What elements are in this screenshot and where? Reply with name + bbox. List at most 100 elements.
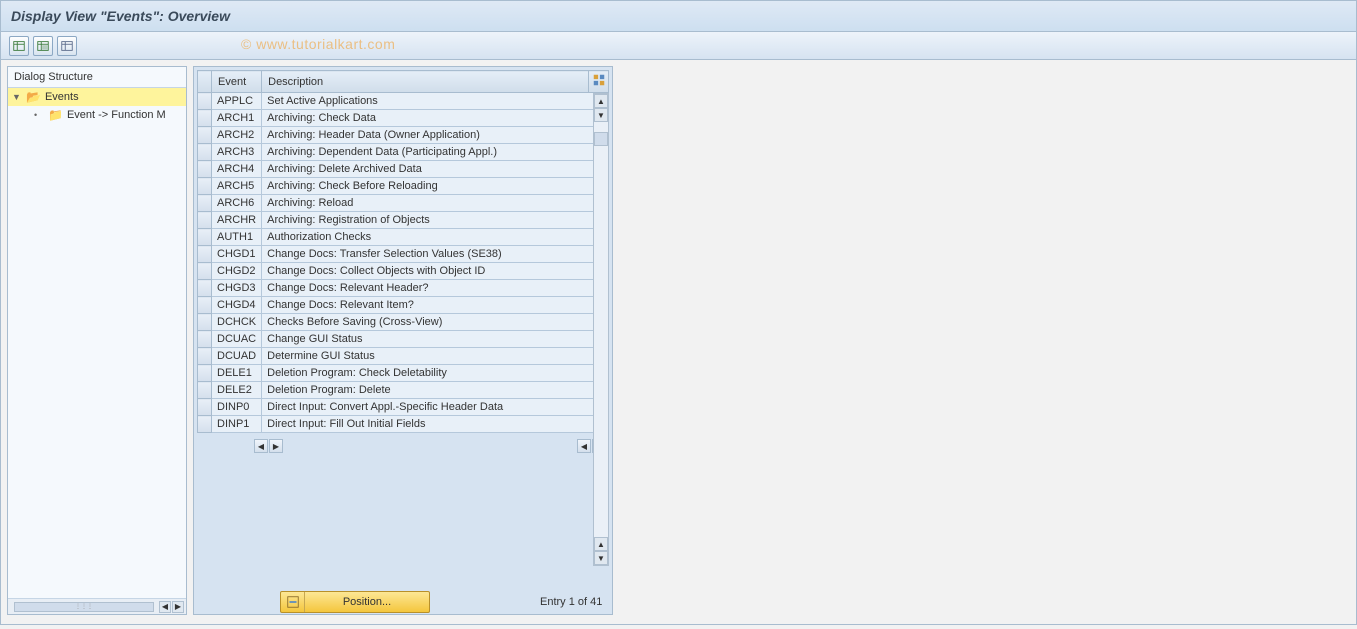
row-selector[interactable] bbox=[198, 297, 212, 314]
table-row[interactable]: DCUADDetermine GUI Status bbox=[198, 348, 609, 365]
row-selector[interactable] bbox=[198, 246, 212, 263]
row-selector[interactable] bbox=[198, 280, 212, 297]
row-selector[interactable] bbox=[198, 263, 212, 280]
table-row[interactable]: CHGD3Change Docs: Relevant Header? bbox=[198, 280, 609, 297]
row-selector[interactable] bbox=[198, 127, 212, 144]
tree-expand-icon[interactable]: ▼ bbox=[12, 92, 22, 102]
toolbar-btn-2[interactable] bbox=[33, 36, 53, 56]
cell-event: DCHCK bbox=[212, 314, 262, 331]
row-selector[interactable] bbox=[198, 399, 212, 416]
vscroll-up-1[interactable]: ▲ bbox=[594, 94, 608, 108]
row-selector[interactable] bbox=[198, 229, 212, 246]
dialog-structure-hscroll: ⋮⋮⋮ ◀ ▶ bbox=[8, 598, 186, 614]
cell-description: Deletion Program: Delete bbox=[262, 382, 609, 399]
position-label: Position... bbox=[305, 596, 429, 608]
hscroll-left[interactable]: ◀ bbox=[159, 601, 171, 613]
row-selector[interactable] bbox=[198, 178, 212, 195]
hscroll-desc-left[interactable]: ◀ bbox=[254, 439, 268, 453]
row-selector[interactable] bbox=[198, 195, 212, 212]
row-selector[interactable] bbox=[198, 382, 212, 399]
table-row[interactable]: ARCH1Archiving: Check Data bbox=[198, 110, 609, 127]
cell-description: Archiving: Header Data (Owner Applicatio… bbox=[262, 127, 609, 144]
table-row[interactable]: DELE1Deletion Program: Check Deletabilit… bbox=[198, 365, 609, 382]
folder-icon: 📁 bbox=[48, 108, 63, 122]
table-icon bbox=[12, 39, 26, 53]
watermark: © www.tutorialkart.com bbox=[241, 36, 395, 52]
cell-description: Change Docs: Relevant Header? bbox=[262, 280, 609, 297]
hscroll-thumb[interactable]: ⋮⋮⋮ bbox=[14, 602, 154, 612]
hscroll-desc-right[interactable]: ▶ bbox=[269, 439, 283, 453]
table-row[interactable]: ARCH4Archiving: Delete Archived Data bbox=[198, 161, 609, 178]
row-selector[interactable] bbox=[198, 314, 212, 331]
vscroll-up-2[interactable]: ▼ bbox=[594, 108, 608, 122]
row-selector[interactable] bbox=[198, 212, 212, 229]
toolbar-btn-1[interactable] bbox=[9, 36, 29, 56]
table-row[interactable]: APPLCSet Active Applications bbox=[198, 93, 609, 110]
table-row[interactable]: ARCH2Archiving: Header Data (Owner Appli… bbox=[198, 127, 609, 144]
table-row[interactable]: DCHCKChecks Before Saving (Cross-View) bbox=[198, 314, 609, 331]
events-table: Event Description APPLCSet Active Applic… bbox=[197, 70, 609, 433]
cell-description: Change Docs: Relevant Item? bbox=[262, 297, 609, 314]
table-row[interactable]: AUTH1Authorization Checks bbox=[198, 229, 609, 246]
cell-event: ARCH4 bbox=[212, 161, 262, 178]
dialog-structure-panel: Dialog Structure ▼ 📂 Events • 📁 Event ->… bbox=[7, 66, 187, 615]
cell-event: DELE2 bbox=[212, 382, 262, 399]
cell-description: Archiving: Dependent Data (Participating… bbox=[262, 144, 609, 161]
table-row[interactable]: CHGD1Change Docs: Transfer Selection Val… bbox=[198, 246, 609, 263]
col-event-header[interactable]: Event bbox=[212, 71, 262, 93]
tree-item-events[interactable]: ▼ 📂 Events bbox=[8, 88, 186, 106]
table-row[interactable]: ARCH6Archiving: Reload bbox=[198, 195, 609, 212]
vscroll-thumb[interactable] bbox=[594, 132, 608, 146]
hscroll-table-left[interactable]: ◀ bbox=[577, 439, 591, 453]
toolbar: © www.tutorialkart.com bbox=[1, 32, 1356, 60]
col-select-all[interactable] bbox=[198, 71, 212, 93]
table-row[interactable]: DCUACChange GUI Status bbox=[198, 331, 609, 348]
workarea: Dialog Structure ▼ 📂 Events • 📁 Event ->… bbox=[1, 60, 1356, 621]
vscroll-down-2[interactable]: ▼ bbox=[594, 551, 608, 565]
cell-description: Authorization Checks bbox=[262, 229, 609, 246]
app-window: Display View "Events": Overview bbox=[0, 0, 1357, 625]
vscroll-down-1[interactable]: ▲ bbox=[594, 537, 608, 551]
hscroll-left-group: ◀ ▶ bbox=[254, 439, 283, 453]
cell-description: Change Docs: Transfer Selection Values (… bbox=[262, 246, 609, 263]
toolbar-btn-3[interactable] bbox=[57, 36, 77, 56]
table-row[interactable]: ARCHRArchiving: Registration of Objects bbox=[198, 212, 609, 229]
hscroll-right[interactable]: ▶ bbox=[172, 601, 184, 613]
cell-description: Determine GUI Status bbox=[262, 348, 609, 365]
cell-event: ARCH6 bbox=[212, 195, 262, 212]
table-settings-icon bbox=[60, 39, 74, 53]
row-selector[interactable] bbox=[198, 93, 212, 110]
cell-description: Change GUI Status bbox=[262, 331, 609, 348]
table-row[interactable]: DINP1Direct Input: Fill Out Initial Fiel… bbox=[198, 416, 609, 433]
cell-description: Archiving: Check Data bbox=[262, 110, 609, 127]
col-config[interactable] bbox=[589, 71, 609, 93]
table-row[interactable]: CHGD4Change Docs: Relevant Item? bbox=[198, 297, 609, 314]
cell-description: Archiving: Reload bbox=[262, 195, 609, 212]
row-selector[interactable] bbox=[198, 416, 212, 433]
page-title: Display View "Events": Overview bbox=[11, 8, 230, 24]
row-selector[interactable] bbox=[198, 110, 212, 127]
vscroll-track[interactable] bbox=[594, 122, 608, 537]
table-vscroll: ▲ ▼ ▲ ▼ bbox=[593, 93, 609, 566]
cell-event: DCUAC bbox=[212, 331, 262, 348]
cell-event: ARCH2 bbox=[212, 127, 262, 144]
col-description-header[interactable]: Description bbox=[262, 71, 589, 93]
table-row[interactable]: DINP0Direct Input: Convert Appl.-Specifi… bbox=[198, 399, 609, 416]
table-row[interactable]: ARCH5Archiving: Check Before Reloading bbox=[198, 178, 609, 195]
tree-item-event-function[interactable]: • 📁 Event -> Function M bbox=[8, 106, 186, 124]
row-selector[interactable] bbox=[198, 331, 212, 348]
position-button[interactable]: Position... bbox=[280, 591, 430, 613]
row-selector[interactable] bbox=[198, 144, 212, 161]
table-row[interactable]: CHGD2Change Docs: Collect Objects with O… bbox=[198, 263, 609, 280]
cell-event: ARCHR bbox=[212, 212, 262, 229]
table-row[interactable]: DELE2Deletion Program: Delete bbox=[198, 382, 609, 399]
row-selector[interactable] bbox=[198, 348, 212, 365]
row-selector[interactable] bbox=[198, 161, 212, 178]
cell-event: CHGD1 bbox=[212, 246, 262, 263]
tree-label-event-function: Event -> Function M bbox=[67, 109, 166, 121]
row-selector[interactable] bbox=[198, 365, 212, 382]
table-config-icon bbox=[592, 78, 606, 90]
table-row[interactable]: ARCH3Archiving: Dependent Data (Particip… bbox=[198, 144, 609, 161]
cell-event: DINP0 bbox=[212, 399, 262, 416]
dialog-structure-tree: ▼ 📂 Events • 📁 Event -> Function M bbox=[8, 88, 186, 598]
